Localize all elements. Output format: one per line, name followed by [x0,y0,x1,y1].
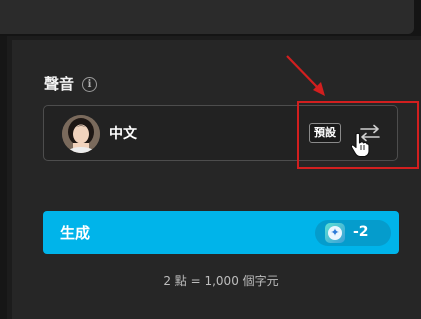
info-icon[interactable]: i [82,77,97,92]
avatar [62,115,100,153]
generate-button[interactable]: 生成 ✦ -2 [43,211,399,254]
sparkle-icon: ✦ [325,223,345,243]
sparkle-glyph: ✦ [328,226,342,240]
left-rail [0,36,7,319]
annotation-arrow-icon [286,55,325,96]
voice-section-label: 聲音 [44,75,75,93]
credit-cost: -2 [353,224,369,240]
credit-cost-pill: ✦ -2 [315,220,391,246]
generate-label: 生成 [60,224,91,242]
top-bar [0,0,421,36]
top-card [0,0,414,34]
credit-rate-note: 2 點 = 1,000 個字元 [163,274,279,288]
voice-name: 中文 [109,126,137,142]
hand-cursor-icon [350,132,370,158]
